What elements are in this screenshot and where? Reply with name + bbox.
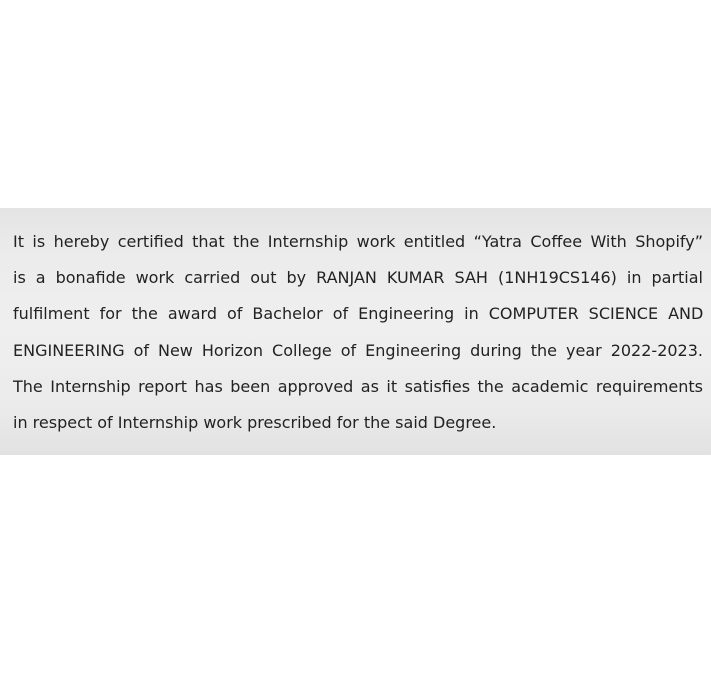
certificate-line-1: It is hereby certified that the Internsh… — [13, 232, 703, 251]
certificate-line-6: in respect of Internship work prescribed… — [13, 413, 497, 433]
certificate-line-2: is a bonafide work carried out by RANJAN… — [13, 268, 703, 288]
certificate-line-4: ENGINEERING of New Horizon College of En… — [13, 340, 703, 360]
page: It is hereby certified that the Internsh… — [0, 0, 711, 676]
certificate-line-5: The Internship report has been approved … — [13, 376, 703, 396]
certificate-line-3: fulfilment for the award of Bachelor of … — [13, 304, 704, 324]
certificate-paragraph: It is hereby certified that the Internsh… — [13, 224, 703, 441]
